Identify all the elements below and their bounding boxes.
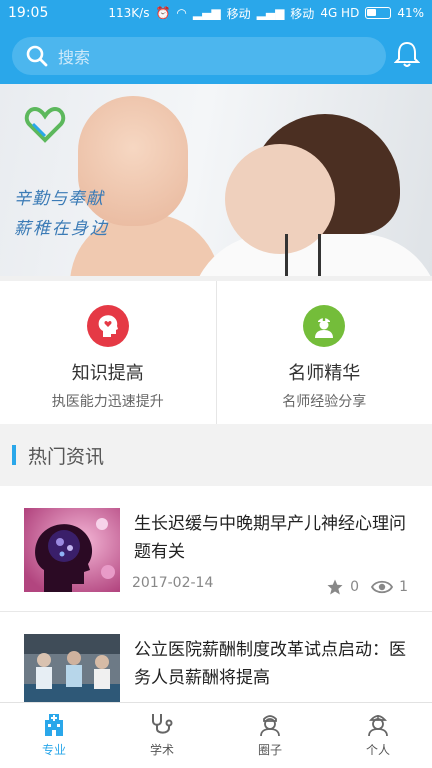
news-item[interactable]: 公立医院薪酬制度改革试点启动：医务人员薪酬将提高 (0, 612, 432, 702)
bottom-tab-bar: 专业 学术 圈子 个人 (0, 702, 432, 768)
alarm-icon: ⏰ (155, 6, 171, 20)
feature-cards: 知识提高 执医能力迅速提升 名师精华 名师经验分享 (0, 281, 432, 424)
search-placeholder: 搜索 (58, 48, 91, 67)
banner-logo-heart-icon (24, 106, 66, 143)
bell-icon[interactable] (394, 40, 420, 68)
top-bar: 搜索 (0, 26, 432, 84)
tab-personal[interactable]: 个人 (324, 703, 432, 768)
tab-academic[interactable]: 学术 (108, 703, 216, 768)
wifi-icon: ◠ (176, 6, 187, 20)
banner-stethoscope (285, 234, 321, 276)
head-heart-icon (86, 305, 129, 347)
signal-icon: ▂▄▆ (192, 6, 221, 20)
search-icon (26, 45, 48, 67)
news-thumbnail (24, 508, 120, 592)
card-knowledge-subtitle: 执医能力迅速提升 (51, 394, 164, 410)
network-type: 4G HD (320, 6, 360, 20)
news-headline: 公立医院薪酬制度改革试点启动：医务人员薪酬将提高 (134, 640, 406, 688)
signal-icon-2: ▂▄▆ (256, 6, 285, 20)
battery-icon (365, 7, 392, 19)
tab-personal-label: 个人 (365, 743, 390, 757)
news-stats: 0 1 (326, 578, 408, 596)
section-header: 热门资讯 (0, 424, 432, 486)
tab-circle[interactable]: 圈子 (216, 703, 324, 768)
section-title: 热门资讯 (28, 445, 105, 468)
news-headline: 生长迟缓与中晚期早产儿神经心理问题有关 (134, 514, 406, 562)
tab-professional-label: 专业 (41, 743, 66, 757)
card-masters-title: 名师精华 (288, 363, 361, 384)
news-view-count: 1 (399, 579, 408, 595)
doctor-profile-icon (368, 715, 388, 737)
nurse-icon (260, 715, 280, 737)
doctor-icon (303, 305, 346, 347)
battery-level: 41% (397, 6, 424, 20)
card-knowledge-title: 知识提高 (71, 363, 144, 384)
card-knowledge[interactable]: 知识提高 执医能力迅速提升 (0, 281, 216, 424)
tab-professional[interactable]: 专业 (0, 703, 108, 768)
news-item[interactable]: 生长迟缓与中晚期早产儿神经心理问题有关 2017-02-14 0 1 (0, 486, 432, 612)
status-indicators: 113K/s ⏰ ◠ ▂▄▆ 移动 ▂▄▆ 移动 4G HD 41% (108, 5, 424, 22)
news-star-count: 0 (350, 579, 360, 595)
network-speed: 113K/s (108, 6, 150, 20)
banner-slogan-line1: 辛勤与奉献 (14, 189, 104, 209)
carrier-2: 移动 (290, 6, 315, 21)
status-bar: 19:05 113K/s ⏰ ◠ ▂▄▆ 移动 ▂▄▆ 移动 4G HD 41% (0, 0, 432, 26)
news-thumbnail (24, 634, 120, 702)
status-time: 19:05 (8, 5, 49, 21)
card-masters[interactable]: 名师精华 名师经验分享 (215, 281, 432, 424)
star-icon (327, 579, 343, 595)
card-masters-subtitle: 名师经验分享 (282, 394, 367, 410)
tab-academic-label: 学术 (149, 743, 174, 757)
hospital-icon (45, 714, 63, 736)
promo-banner[interactable]: 辛勤与奉献 薪稚在身边 (0, 84, 432, 276)
stethoscope-icon (152, 714, 173, 734)
tab-circle-label: 圈子 (257, 743, 282, 757)
news-date: 2017-02-14 (132, 575, 214, 591)
section-accent-bar (12, 445, 16, 465)
news-list: 生长迟缓与中晚期早产儿神经心理问题有关 2017-02-14 0 1 公立医院薪… (0, 486, 432, 702)
banner-slogan-line2: 薪稚在身边 (14, 219, 109, 239)
search-bar[interactable]: 搜索 (12, 37, 386, 75)
eye-icon (371, 580, 394, 594)
carrier-1: 移动 (226, 6, 251, 21)
